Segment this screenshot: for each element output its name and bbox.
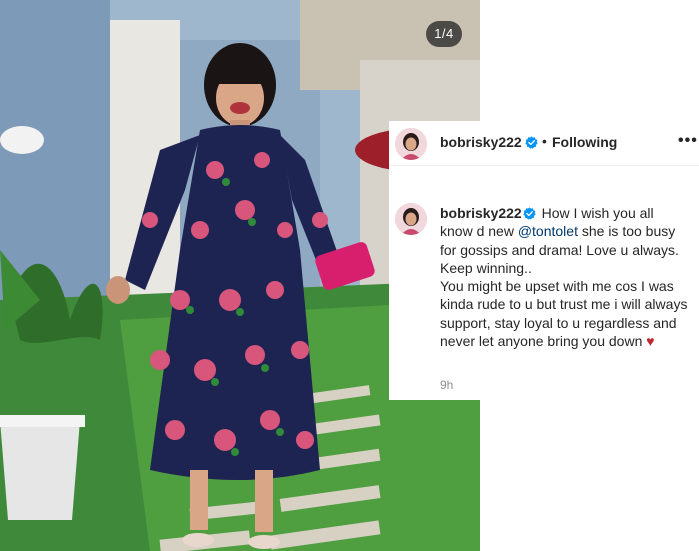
separator-dot: • [542, 133, 547, 149]
instagram-post-view: 1/4 bobrisky222 • Following ••• bobrisky… [0, 0, 699, 551]
caption-avatar[interactable] [395, 203, 427, 235]
more-options-icon[interactable]: ••• [678, 132, 698, 150]
avatar-image [395, 203, 427, 235]
post-timestamp[interactable]: 9h [440, 378, 453, 392]
heart-emoji-icon: ♥ [646, 333, 655, 350]
caption-username[interactable]: bobrisky222 [440, 205, 522, 221]
post-author-username[interactable]: bobrisky222 [440, 134, 522, 150]
avatar[interactable] [395, 128, 427, 160]
verified-badge-icon [525, 136, 538, 149]
verified-badge-icon [523, 207, 536, 220]
avatar-image [395, 128, 427, 160]
carousel-counter: 1/4 [426, 21, 462, 47]
post-header: bobrisky222 • Following ••• [389, 121, 699, 166]
following-button[interactable]: Following [552, 134, 617, 150]
post-panel: bobrisky222 • Following ••• bobrisky222 … [389, 121, 699, 400]
mention-link[interactable]: @tontolet [518, 223, 578, 239]
post-caption: bobrisky222 How I wish you all know d ne… [440, 204, 690, 350]
